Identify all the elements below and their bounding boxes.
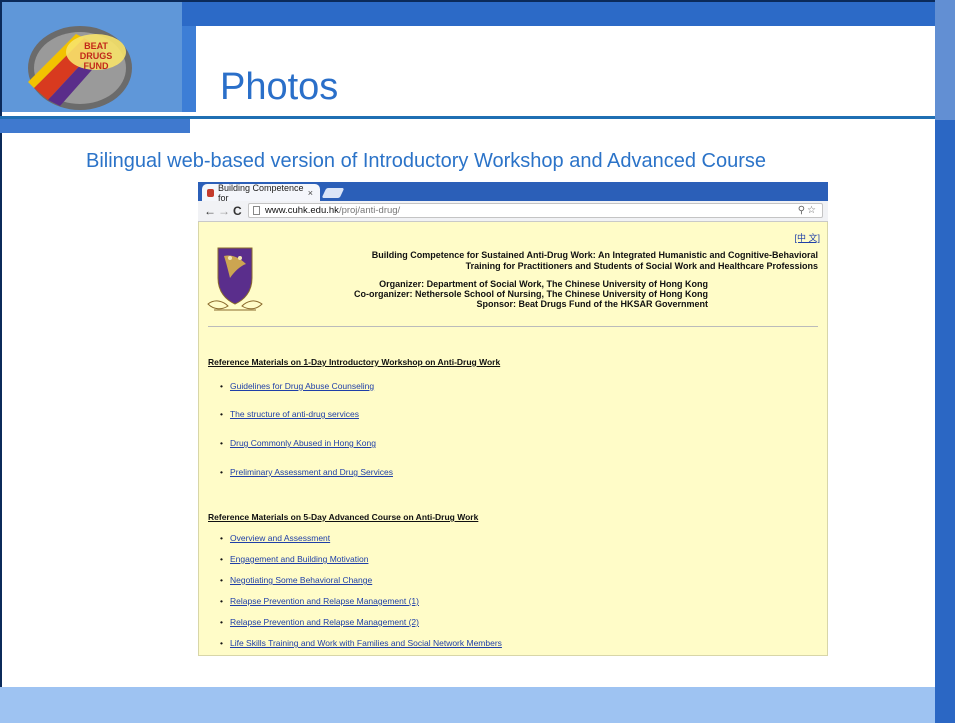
organizers-block: Organizer: Department of Social Work, Th… [328,279,708,309]
web-page-content: [中 文] Building Competence for Sustained … [198,222,828,656]
project-title-line1: Building Competence for Sustained Anti-D… [371,250,818,260]
list-item: • Drug Commonly Abused in Hong Kong [220,438,376,448]
list-item: • The structure of anti-drug services [220,409,359,419]
list-item: • Life Skills Training and Work with Fami… [220,638,502,648]
section-2-link-2[interactable]: Engagement and Building Motivation [230,554,368,564]
project-title-line2: Training for Practitioners and Students … [465,261,818,271]
right-side-band [935,0,955,723]
key-and-star-icons[interactable]: ⚲☆ [798,205,818,216]
beat-drugs-fund-logo: BEAT DRUGS FUND [18,16,158,116]
list-item: • Overview and Assessment [220,533,331,543]
list-item: • Negotiating Some Behavioral Change [220,575,373,585]
section-2-link-3[interactable]: Negotiating Some Behavioral Change [230,575,372,585]
header-block-top [182,2,935,26]
chinese-language-link[interactable]: [中 文] [794,231,820,244]
new-tab-button[interactable] [321,188,345,198]
url-host: www.cuhk.edu.hk [265,205,339,216]
forward-button[interactable]: → [218,204,230,218]
list-item: • Relapse Prevention and Relapse Manageme… [220,596,419,606]
sponsor-line: Sponsor: Beat Drugs Fund of the HKSAR Go… [476,299,708,309]
close-tab-icon[interactable]: × [308,188,313,198]
slide-subtitle: Bilingual web-based version of Introduct… [86,150,767,172]
section-2-link-4[interactable]: Relapse Prevention and Relapse Managemen… [230,596,419,606]
header-divider [208,326,818,327]
section-2-title: Reference Materials on 5-Day Advanced Co… [208,512,479,522]
co-organizer-line: Co-organizer: Nethersole School of Nursi… [353,289,708,299]
list-item: • Engagement and Building Motivation [220,554,369,564]
browser-tab[interactable]: Building Competence for × [202,182,320,203]
section-1-link-1[interactable]: Guidelines for Drug Abuse Counseling [230,381,374,391]
back-button[interactable]: ← [204,204,216,218]
header-block-mid [182,26,196,112]
svg-text:FUND: FUND [84,61,109,71]
slide-title: Photos [220,66,339,108]
section-2-link-1[interactable]: Overview and Assessment [230,533,330,543]
list-item: • Preliminary Assessment and Drug Service… [220,467,393,477]
section-1-title: Reference Materials on 1-Day Introductor… [208,357,501,367]
browser-screenshot: Building Competence for × ← → C www.cuhk… [198,182,828,656]
reload-button[interactable]: C [233,204,242,218]
section-1-link-3[interactable]: Drug Commonly Abused in Hong Kong [230,438,376,448]
list-item: • Guidelines for Drug Abuse Counseling [220,381,375,391]
list-item: • Relapse Prevention and Relapse Manageme… [220,617,419,627]
address-bar[interactable]: www.cuhk.edu.hk /proj/anti-drug/ ⚲☆ [248,203,823,218]
section-1-link-2[interactable]: The structure of anti-drug services [230,409,359,419]
slide: BEAT DRUGS FUND Photos Bilingual web-bas… [0,0,955,723]
footer-band [0,687,935,723]
project-title: Building Competence for Sustained Anti-D… [328,250,818,272]
page-icon [253,206,260,215]
browser-toolbar: ← → C www.cuhk.edu.hk /proj/anti-drug/ ⚲… [198,201,828,222]
svg-text:DRUGS: DRUGS [80,51,113,61]
browser-tab-bar: Building Competence for × [198,182,828,203]
section-2-link-6[interactable]: Life Skills Training and Work with Famil… [230,638,502,648]
tab-title: Building Competence for [217,182,304,203]
organizer-line: Organizer: Department of Social Work, Th… [379,279,708,289]
favicon-icon [207,188,214,197]
url-path: /proj/anti-drug/ [338,205,401,216]
title-underline-block [0,119,190,133]
svg-text:BEAT: BEAT [84,41,108,51]
cuhk-crest-icon [206,244,264,318]
section-1-link-4[interactable]: Preliminary Assessment and Drug Services [230,467,393,477]
section-2-link-5[interactable]: Relapse Prevention and Relapse Managemen… [230,617,419,627]
